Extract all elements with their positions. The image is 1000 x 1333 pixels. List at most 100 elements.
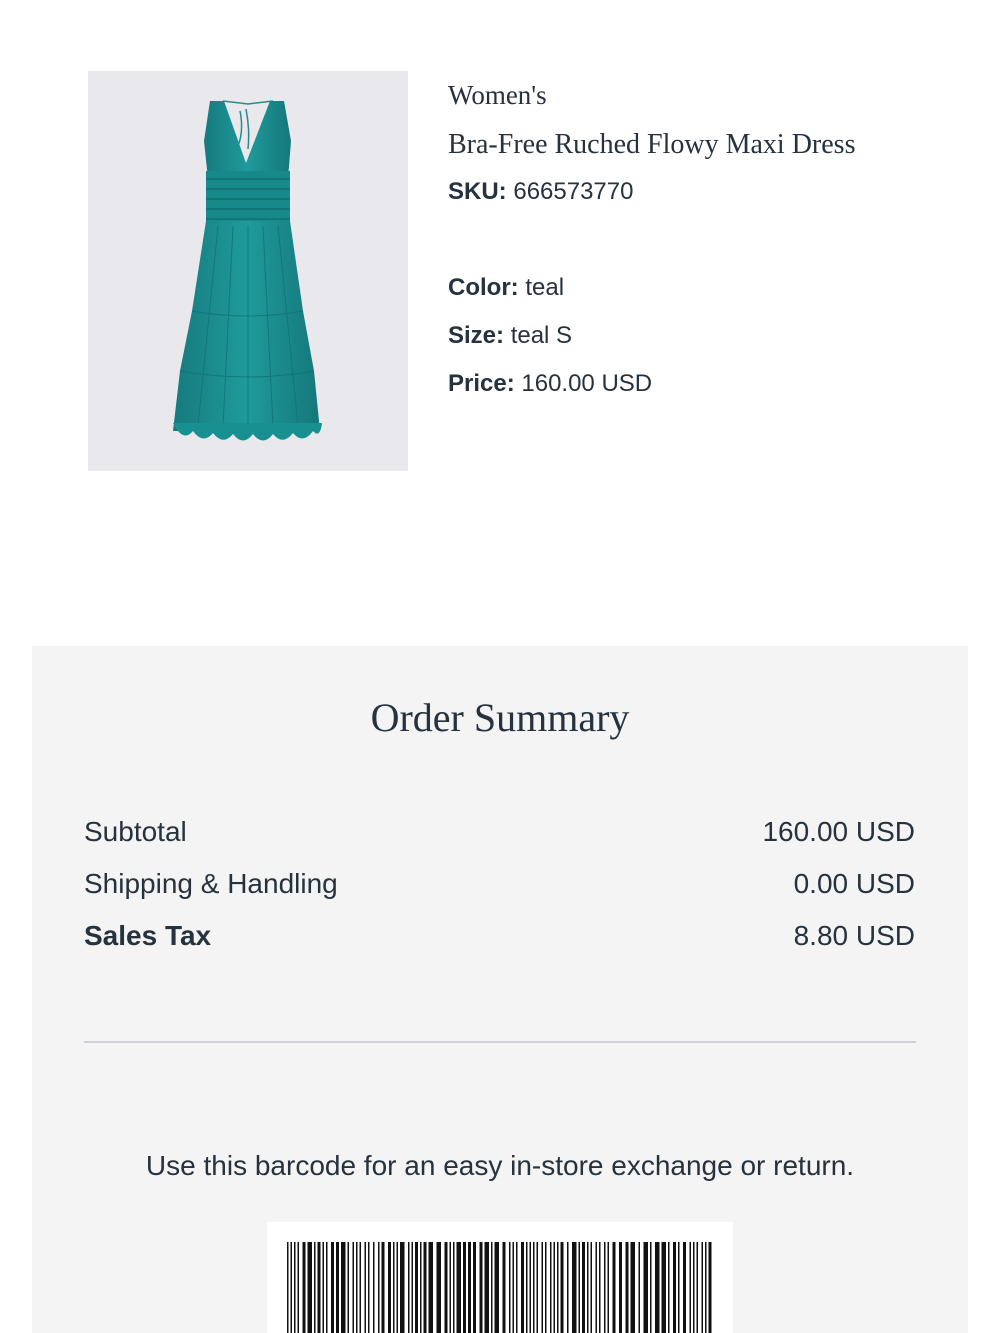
barcode-bar (373, 1242, 375, 1333)
barcode-bar (599, 1242, 601, 1333)
barcode-bar (572, 1242, 577, 1333)
barcode-bar (625, 1242, 629, 1333)
barcode-bar (526, 1242, 528, 1333)
barcode-bar (322, 1242, 324, 1333)
barcode-bar (557, 1242, 559, 1333)
barcode-bar (415, 1242, 418, 1333)
barcode-bar (314, 1242, 316, 1333)
subtotal-label: Subtotal (84, 816, 187, 847)
barcode-bar (619, 1242, 622, 1333)
barcode-bar (307, 1242, 312, 1333)
barcode-bar (436, 1242, 441, 1333)
summary-divider (84, 1041, 916, 1043)
sales-tax-value: 8.80 USD (793, 920, 915, 951)
barcode-bar (356, 1242, 358, 1333)
size-value: teal S (510, 322, 573, 349)
barcode-bar (560, 1242, 564, 1333)
barcode-bar (326, 1242, 328, 1333)
product-name[interactable]: Bra-Free Ruched Flowy Maxi Dress (448, 129, 855, 161)
barcode-bar (701, 1242, 703, 1333)
barcode-bar (317, 1242, 321, 1333)
barcode-bar (400, 1242, 405, 1333)
barcode-bar (491, 1242, 493, 1333)
order-summary-title: Order Summary (370, 695, 630, 740)
barcode-bar (453, 1242, 455, 1333)
barcode-bar (294, 1242, 296, 1333)
dress-illustration (173, 100, 322, 441)
barcode-bar (655, 1242, 660, 1333)
product-size: Size: teal S (448, 322, 572, 350)
barcode-bar (630, 1242, 635, 1333)
barcode-bar (689, 1242, 691, 1333)
return-barcode (267, 1222, 733, 1333)
barcode-bar (673, 1242, 676, 1333)
barcode-bar (650, 1242, 652, 1333)
sku-value: 666573770 (513, 178, 634, 205)
barcode-bar (302, 1242, 306, 1333)
barcode-bar (582, 1242, 585, 1333)
order-summary: Order Summary Subtotal 160.00 USD Shippi… (32, 646, 968, 1333)
barcode-bar (705, 1242, 707, 1333)
barcode-instructions: Use this barcode for an easy in-store ex… (145, 1150, 855, 1181)
barcode-bar (533, 1242, 535, 1333)
barcode-bar (287, 1242, 289, 1333)
barcode-bar (696, 1242, 698, 1333)
barcode-bar (359, 1242, 361, 1333)
barcode-bar (420, 1242, 422, 1333)
barcode-bar (444, 1242, 448, 1333)
barcode-bar (297, 1242, 299, 1333)
summary-row-subtotal: Subtotal 160.00 USD (84, 816, 915, 856)
barcode-bar (364, 1242, 366, 1333)
barcode-bar (541, 1242, 543, 1333)
barcode-bar (595, 1242, 597, 1333)
barcode-bar (590, 1242, 592, 1333)
barcode-bar (638, 1242, 640, 1333)
price-value: 160.00 USD (521, 370, 653, 397)
product-item: Women's Bra-Free Ruched Flowy Maxi Dress… (88, 71, 928, 471)
color-label: Color: (448, 274, 519, 301)
barcode-bar (678, 1242, 680, 1333)
barcode-bar (388, 1242, 391, 1333)
barcode-bar (607, 1242, 609, 1333)
barcode-bar (378, 1242, 380, 1333)
barcode-bar (331, 1242, 334, 1333)
barcode-bar (473, 1242, 476, 1333)
barcode-bar (668, 1242, 670, 1333)
barcode-bar (411, 1242, 413, 1333)
barcode-icon (287, 1242, 712, 1333)
product-sku: SKU: 666573770 (448, 178, 633, 206)
barcode-bar (521, 1242, 524, 1333)
barcode-bar (553, 1242, 555, 1333)
barcode-bar (550, 1242, 552, 1333)
barcode-bar (341, 1242, 346, 1333)
barcode-bar (512, 1242, 514, 1333)
sku-label: SKU: (448, 178, 507, 205)
barcode-bar (393, 1242, 395, 1333)
summary-row-shipping: Shipping & Handling 0.00 USD (84, 868, 915, 908)
barcode-bar (290, 1242, 292, 1333)
price-label: Price: (448, 370, 515, 397)
barcode-bar (502, 1242, 506, 1333)
barcode-bar (479, 1242, 483, 1333)
shipping-label: Shipping & Handling (84, 868, 338, 899)
barcode-bar (683, 1242, 686, 1333)
barcode-bar (336, 1242, 339, 1333)
barcode-bar (423, 1242, 427, 1333)
size-label: Size: (448, 322, 505, 349)
barcode-bar (578, 1242, 580, 1333)
barcode-bar (516, 1242, 518, 1333)
barcode-bar (708, 1242, 712, 1333)
shipping-value: 0.00 USD (793, 868, 915, 899)
product-color: Color: teal (448, 274, 564, 302)
product-gender: Women's (448, 80, 547, 110)
barcode-bar (396, 1242, 398, 1333)
barcode-bar (463, 1242, 466, 1333)
barcode-bar (529, 1242, 531, 1333)
barcode-bar (352, 1242, 354, 1333)
barcode-bar (428, 1242, 433, 1333)
barcode-bar (494, 1242, 499, 1333)
product-image[interactable] (88, 71, 408, 471)
product-price: Price: 160.00 USD (448, 370, 652, 398)
summary-row-sales-tax: Sales Tax 8.80 USD (84, 920, 915, 960)
subtotal-value: 160.00 USD (762, 816, 915, 847)
